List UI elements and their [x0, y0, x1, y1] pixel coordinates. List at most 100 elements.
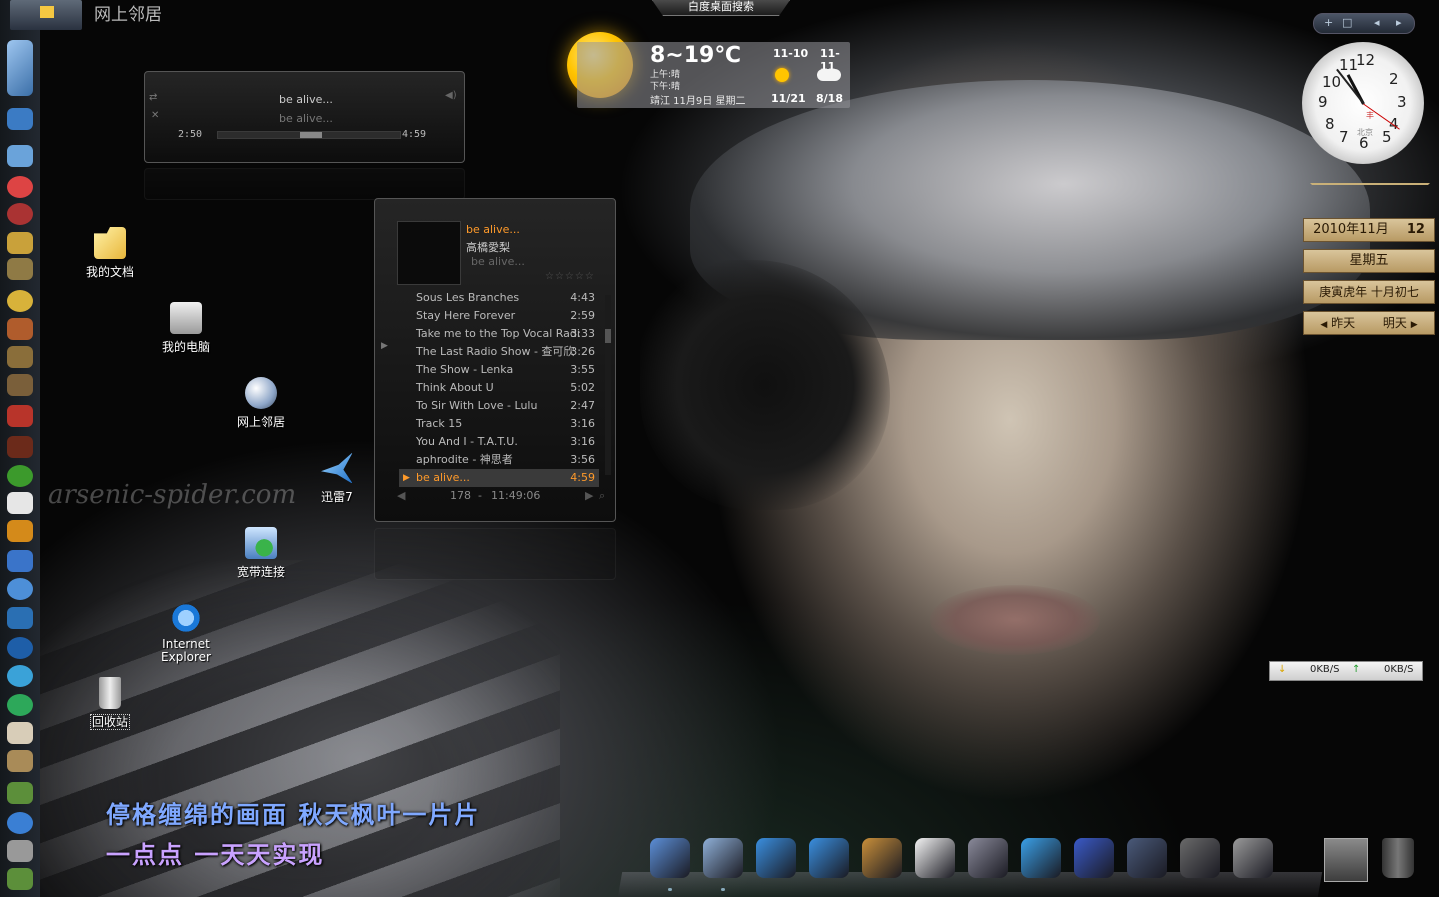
playlist-track-row[interactable]: To Sir With Love - Lulu 2:47 — [399, 397, 599, 415]
clock-city: 北京 — [1357, 128, 1373, 137]
volume-icon[interactable]: ◀) — [445, 90, 457, 101]
network-meter[interactable]: ↓ 0KB/S ↑ 0KB/S — [1269, 661, 1423, 681]
playlist-track-row[interactable]: Sous Les Branches 4:43 — [399, 289, 599, 307]
desktop-icon-thunder[interactable]: 迅雷7 — [292, 452, 382, 505]
desktop-icon-label: 宽带连接 — [236, 565, 285, 579]
window-icon[interactable]: □ — [1342, 16, 1352, 29]
desktop-icon-internet-explorer[interactable]: Internet Explorer — [141, 602, 231, 664]
progress-bar[interactable] — [217, 131, 401, 139]
desktop-icon-my-computer[interactable]: 我的电脑 — [141, 302, 231, 355]
update-icon[interactable] — [7, 694, 33, 716]
app-icon[interactable] — [7, 722, 33, 744]
add-icon[interactable]: + — [1324, 16, 1333, 29]
music-icon[interactable] — [7, 550, 33, 572]
dock-stack-button[interactable] — [1324, 838, 1368, 882]
prev-icon[interactable]: ◀ — [397, 489, 405, 502]
folder-document-icon — [94, 227, 126, 259]
next-day-button[interactable]: 明天 — [1383, 316, 1407, 330]
ichat-icon[interactable] — [809, 838, 849, 878]
chevron-right-icon[interactable]: ▸ — [1396, 16, 1402, 29]
clock-controls[interactable]: + □ ◂ ▸ — [1313, 13, 1415, 34]
dock-running-indicator — [668, 888, 672, 891]
game-icon[interactable] — [7, 405, 33, 427]
qq-penguin-icon[interactable] — [7, 176, 33, 198]
game-icon[interactable] — [7, 318, 33, 340]
playlist-track-row[interactable]: aphrodite - 神思者 3:56 — [399, 451, 599, 469]
weather-widget[interactable]: 8~19℃ 上午:晴 下午:晴 靖江 11月9日 星期二 11-10 11-11… — [577, 42, 850, 108]
thunder-icon[interactable] — [7, 607, 33, 629]
skype-icon[interactable] — [7, 578, 33, 600]
rating-stars[interactable]: ☆☆☆☆☆ — [545, 271, 595, 282]
time-machine-icon[interactable] — [1180, 838, 1220, 878]
system-preferences-icon[interactable] — [1233, 838, 1273, 878]
imovie-icon[interactable] — [1074, 838, 1114, 878]
game-icon[interactable] — [7, 290, 33, 312]
sun-icon — [775, 68, 789, 82]
playlist-track-row[interactable]: The Show - Lenka 3:55 — [399, 361, 599, 379]
dashboard-icon[interactable] — [1127, 838, 1167, 878]
desktop-icon-broadband[interactable]: 宽带连接 — [216, 527, 306, 580]
play-arrow-icon[interactable]: ▶ — [381, 341, 388, 351]
desktop-icon-network[interactable]: 网上邻居 — [216, 377, 306, 430]
game-icon[interactable] — [7, 346, 33, 368]
download-speed: 0KB/S — [1310, 664, 1340, 675]
analog-clock[interactable]: 12 2 3 4 5 6 7 8 9 10 11 丰 北京 — [1302, 42, 1424, 164]
chevron-right-icon[interactable]: ▶ — [1411, 320, 1418, 330]
mini-music-player[interactable]: ⇄ ✕ ◀) be alive... be alive... 2:50 4:59 — [144, 71, 465, 163]
shield-icon[interactable] — [7, 868, 33, 890]
window-icon[interactable] — [7, 108, 33, 130]
browser-icon[interactable] — [7, 465, 33, 487]
download-arrow-icon: ↓ — [1278, 664, 1287, 675]
file-icon[interactable] — [7, 145, 33, 167]
taskbar-widget[interactable] — [10, 0, 82, 30]
playlist-scrollbar[interactable] — [605, 295, 611, 475]
search-icon[interactable]: ⌕ — [599, 489, 605, 503]
pen-icon[interactable] — [7, 782, 33, 804]
playlist-track-row[interactable]: Take me to the Top Vocal Radi 3:33 — [399, 325, 599, 343]
chevron-left-icon[interactable]: ◂ — [1374, 16, 1380, 29]
game-icon[interactable] — [7, 203, 33, 225]
close-icon[interactable]: ✕ — [151, 110, 159, 121]
zip-icon[interactable] — [7, 520, 33, 542]
playlist-track-row[interactable]: ▶ be alive... 4:59 — [399, 469, 599, 487]
prev-day-button[interactable]: 昨天 — [1331, 316, 1355, 330]
desktop-search-tab[interactable]: 白度桌面搜索 — [652, 0, 790, 16]
camera-icon[interactable] — [7, 840, 33, 862]
itunes-icon[interactable] — [1021, 838, 1061, 878]
app-icon[interactable] — [7, 750, 33, 772]
scrollbar-thumb[interactable] — [605, 329, 611, 343]
game-icon[interactable] — [7, 436, 33, 458]
chevron-left-icon[interactable]: ◀ — [1320, 320, 1327, 330]
playlist-total-time: 11:49:06 — [491, 489, 541, 502]
network-globe-icon — [245, 377, 277, 409]
trash-icon[interactable] — [1382, 838, 1414, 878]
hi-icon[interactable] — [7, 492, 33, 514]
track-time: 3:16 — [570, 417, 595, 430]
media-player-icon[interactable] — [7, 812, 33, 834]
address-book-icon[interactable] — [862, 838, 902, 878]
ical-icon[interactable] — [915, 838, 955, 878]
mail-icon[interactable] — [703, 838, 743, 878]
next-icon[interactable]: ▶ — [585, 489, 593, 502]
iphoto-icon[interactable] — [968, 838, 1008, 878]
progress-knob[interactable] — [300, 132, 322, 138]
playlist-track-row[interactable]: Stay Here Forever 2:59 — [399, 307, 599, 325]
desktop-icon-recycle-bin[interactable]: 回收站 — [65, 677, 155, 730]
playlist-track-row[interactable]: The Last Radio Show - 查可欣 3:26 — [399, 343, 599, 361]
safari-icon[interactable] — [756, 838, 796, 878]
game-icon[interactable] — [7, 232, 33, 254]
kugou-icon[interactable] — [7, 665, 33, 687]
track-name: Stay Here Forever — [416, 309, 516, 322]
playlist-track-row[interactable]: Track 15 3:16 — [399, 415, 599, 433]
shuffle-icon[interactable]: ⇄ — [149, 92, 157, 103]
playlist-track-row[interactable]: You And I - T.A.T.U. 3:16 — [399, 433, 599, 451]
finder-icon[interactable] — [650, 838, 690, 878]
game-icon[interactable] — [7, 258, 33, 280]
app-icon[interactable] — [7, 637, 33, 659]
desktop-icon-my-documents[interactable]: 我的文档 — [65, 227, 155, 280]
recycle-bin-icon — [99, 677, 121, 709]
playlist-window[interactable]: be alive... 高橋愛梨 be alive... ☆☆☆☆☆ ▶ Sou… — [374, 198, 616, 522]
my-documents-icon[interactable] — [7, 40, 33, 96]
game-icon[interactable] — [7, 374, 33, 396]
playlist-track-row[interactable]: Think About U 5:02 — [399, 379, 599, 397]
